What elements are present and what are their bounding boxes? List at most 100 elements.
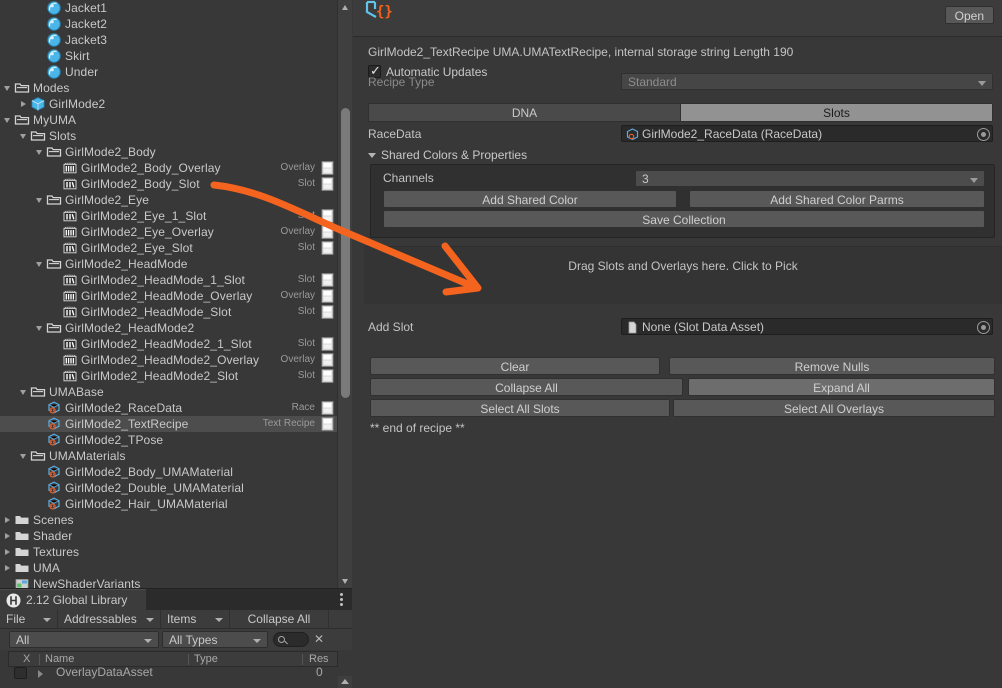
tab-slots[interactable]: Slots: [680, 103, 993, 122]
project-tree-item[interactable]: MyUMA: [0, 112, 337, 128]
foldout-triangle-icon: [368, 153, 376, 158]
clear-button[interactable]: Clear: [370, 357, 660, 375]
column-header-res[interactable]: Res: [309, 652, 329, 667]
uma-text-recipe-icon: {}: [363, 0, 393, 26]
project-tree-item[interactable]: GirlMode2_HeadMode_Slot Slot: [0, 304, 337, 320]
project-tree-item[interactable]: Under: [0, 64, 337, 80]
project-tree-item[interactable]: UMAMaterials: [0, 448, 337, 464]
tree-twisty-open-icon[interactable]: [2, 80, 14, 96]
project-tree-item[interactable]: Jacket3: [0, 32, 337, 48]
add-slot-object-field[interactable]: None (Slot Data Asset): [621, 318, 993, 335]
project-tree-item[interactable]: GirlMode2_TextRecipe Text Recipe: [0, 416, 337, 432]
table-row[interactable]: OverlayDataAsset 0: [8, 667, 338, 680]
project-tree-panel[interactable]: Jacket1 Jacket2 Jacket3 Skirt Under Modes Girl…: [0, 0, 352, 588]
project-tree-item[interactable]: UMA: [0, 560, 337, 576]
tree-twisty-closed-icon[interactable]: [2, 512, 14, 528]
project-tree-item[interactable]: GirlMode2_TPose: [0, 432, 337, 448]
project-tree-item[interactable]: GirlMode2_Hair_UMAMaterial: [0, 496, 337, 512]
select-all-overlays-button[interactable]: Select All Overlays: [673, 399, 995, 417]
project-tree-item[interactable]: GirlMode2_HeadMode_1_Slot Slot: [0, 272, 337, 288]
project-tree-item[interactable]: Slots: [0, 128, 337, 144]
project-tree-item[interactable]: GirlMode2_Eye_Overlay Overlay: [0, 224, 337, 240]
tree-twisty-open-icon[interactable]: [34, 144, 46, 160]
project-tree-item[interactable]: Jacket1: [0, 0, 337, 16]
recipe-type-dropdown[interactable]: Standard: [621, 73, 993, 90]
search-input[interactable]: [273, 632, 309, 647]
project-tree-item[interactable]: GirlMode2_HeadMode2: [0, 320, 337, 336]
tree-twisty-open-icon[interactable]: [18, 128, 30, 144]
window-menu-icon[interactable]: [340, 593, 344, 607]
project-tree-item[interactable]: Modes: [0, 80, 337, 96]
select-all-slots-button[interactable]: Select All Slots: [370, 399, 670, 417]
tree-twisty-open-icon[interactable]: [18, 384, 30, 400]
tree-twisty-open-icon[interactable]: [34, 192, 46, 208]
channels-dropdown[interactable]: 3: [635, 170, 985, 187]
slot-overlay-drop-area[interactable]: Drag Slots and Overlays here. Click to P…: [364, 246, 1002, 304]
tab-global-library[interactable]: 2.12 Global Library: [0, 589, 146, 610]
project-tree-item[interactable]: GirlMode2_HeadMode: [0, 256, 337, 272]
tree-twisty-open-icon[interactable]: [34, 256, 46, 272]
project-tree-item[interactable]: Skirt: [0, 48, 337, 64]
tree-twisty-open-icon[interactable]: [34, 320, 46, 336]
addressables-scroll-down-arrow[interactable]: [338, 676, 352, 688]
group-filter-dropdown[interactable]: All: [9, 631, 159, 648]
project-tree-item[interactable]: NewShaderVariants: [0, 576, 337, 588]
menu-items[interactable]: Items: [161, 610, 230, 629]
scroll-up-arrow-icon[interactable]: [338, 0, 352, 14]
save-collection-button[interactable]: Save Collection: [383, 210, 985, 228]
column-header-type[interactable]: Type: [194, 652, 218, 667]
shared-colors-label: Shared Colors & Properties: [381, 148, 528, 162]
project-tree-item[interactable]: GirlMode2_Eye: [0, 192, 337, 208]
project-tree-item[interactable]: GirlMode2_HeadMode2_Slot Slot: [0, 368, 337, 384]
tree-twisty-closed-icon[interactable]: [2, 528, 14, 544]
project-tree-item[interactable]: GirlMode2_HeadMode2_Overlay Overlay: [0, 352, 337, 368]
tree-twisty-open-icon[interactable]: [2, 112, 14, 128]
project-tree-item[interactable]: GirlMode2_Body_UMAMaterial: [0, 464, 337, 480]
tree-twisty-closed-icon[interactable]: [18, 96, 30, 112]
remove-nulls-button[interactable]: Remove Nulls: [669, 357, 995, 375]
project-tree-item[interactable]: GirlMode2_RaceData Race: [0, 400, 337, 416]
row-expand-arrow-icon[interactable]: [38, 670, 43, 678]
project-tree-item[interactable]: GirlMode2_Double_UMAMaterial: [0, 480, 337, 496]
project-tree-item[interactable]: GirlMode2: [0, 96, 337, 112]
project-tree-item[interactable]: GirlMode2_Body_Overlay Overlay: [0, 160, 337, 176]
project-vertical-scrollbar[interactable]: [337, 0, 352, 588]
tree-twisty-open-icon[interactable]: [18, 448, 30, 464]
column-header-name[interactable]: Name: [45, 652, 74, 667]
project-tree-item[interactable]: Jacket2: [0, 16, 337, 32]
project-tree-item[interactable]: GirlMode2_HeadMode2_1_Slot Slot: [0, 336, 337, 352]
expand-all-button[interactable]: Expand All: [688, 378, 995, 396]
racedata-picker-icon[interactable]: [977, 128, 990, 141]
project-tree-item[interactable]: GirlMode2_HeadMode_Overlay Overlay: [0, 288, 337, 304]
row-checkbox[interactable]: [14, 667, 27, 679]
project-tree-item-label: MyUMA: [33, 113, 77, 127]
project-tree-item[interactable]: GirlMode2_Eye_1_Slot Slot: [0, 208, 337, 224]
project-tree-item[interactable]: GirlMode2_Eye_Slot Slot: [0, 240, 337, 256]
tree-twisty-closed-icon[interactable]: [2, 544, 14, 560]
project-tree-item[interactable]: Shader: [0, 528, 337, 544]
folder-solid-icon: [14, 560, 30, 576]
collapse-all-button[interactable]: Collapse All: [370, 378, 683, 396]
scrollbar-thumb[interactable]: [341, 108, 350, 398]
column-header-x[interactable]: X: [23, 652, 30, 667]
menu-file[interactable]: File: [0, 610, 58, 629]
project-tree-item[interactable]: GirlMode2_Body_Slot Slot: [0, 176, 337, 192]
project-tree-item-label: Scenes: [33, 513, 74, 527]
tree-twisty-closed-icon[interactable]: [2, 560, 14, 576]
project-tree-item[interactable]: Scenes: [0, 512, 337, 528]
scroll-down-arrow-icon[interactable]: [338, 574, 352, 588]
collapse-all-toolbar-button[interactable]: Collapse All: [230, 610, 329, 629]
clear-search-icon[interactable]: ✕: [314, 633, 324, 646]
add-shared-color-button[interactable]: Add Shared Color: [383, 190, 677, 208]
project-tree-item[interactable]: Textures: [0, 544, 337, 560]
type-filter-dropdown[interactable]: All Types: [162, 631, 268, 648]
shared-colors-foldout[interactable]: Shared Colors & Properties: [353, 146, 1002, 164]
racedata-object-field[interactable]: GirlMode2_RaceData (RaceData): [621, 125, 993, 142]
project-tree-item[interactable]: UMABase: [0, 384, 337, 400]
add-slot-picker-icon[interactable]: [977, 321, 990, 334]
tab-dna[interactable]: DNA: [368, 103, 681, 122]
open-button[interactable]: Open: [944, 6, 994, 24]
add-shared-color-parms-button[interactable]: Add Shared Color Parms: [689, 190, 985, 208]
menu-addressables[interactable]: Addressables: [58, 610, 161, 629]
project-tree-item[interactable]: GirlMode2_Body: [0, 144, 337, 160]
